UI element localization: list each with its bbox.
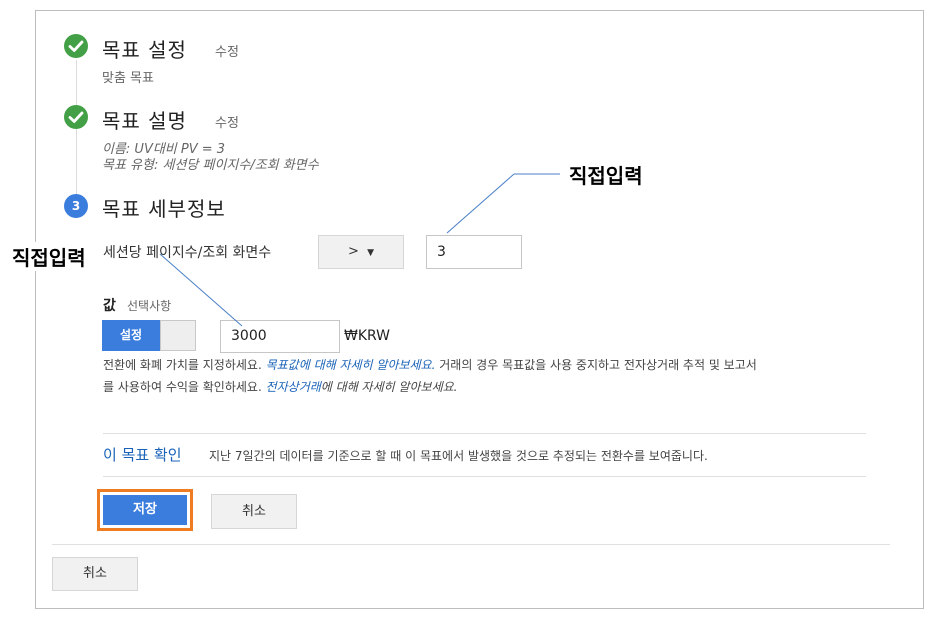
annotation-direct-input-right: 직접입력 bbox=[569, 164, 643, 188]
annotation-lines bbox=[159, 173, 560, 327]
annotation-line bbox=[446, 173, 515, 234]
annotation-line bbox=[159, 253, 243, 327]
annotation-direct-input-left: 직접입력 bbox=[12, 242, 88, 271]
